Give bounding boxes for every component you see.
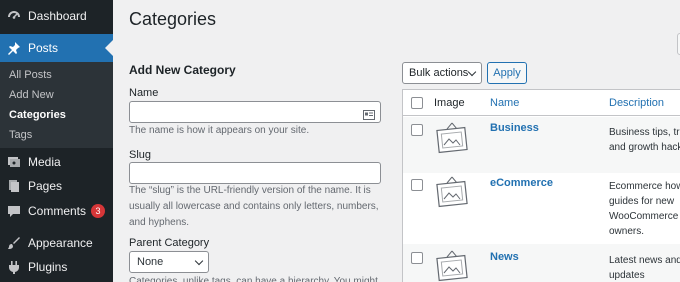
pushpin-icon [6,40,22,56]
menu-comments[interactable]: Comments 3 [0,197,113,225]
column-name[interactable]: Name [490,97,519,109]
chevron-down-icon [194,256,204,266]
category-description: Ecommerce how guides for new WooCommerce… [609,181,680,237]
menu-label: Plugins [28,260,68,274]
select-value: Bulk actions [409,67,469,79]
comments-icon [6,203,22,219]
column-description[interactable]: Description [609,97,664,109]
menu-plugins[interactable]: Plugins [0,253,113,281]
menu-label: Appearance [28,236,93,250]
category-image-thumbnail [436,250,468,282]
add-category-heading: Add New Category [129,63,236,77]
parent-category-label: Parent Category [129,237,210,249]
table-row: Business Business tips, tri and growth h… [403,117,680,173]
chevron-down-icon [467,67,477,77]
menu-label: Comments [28,204,87,218]
column-image: Image [434,97,465,109]
category-description: Business tips, tri and growth hack [609,127,680,153]
category-image-thumbnail [436,176,468,208]
paintbrush-icon [6,235,22,251]
table-header: Image Name Description [403,90,680,116]
submenu-tags[interactable]: Tags [9,129,32,141]
select-value: None [137,256,164,268]
categories-table: Image Name Description Business Business… [402,89,680,282]
slug-label: Slug [129,149,152,161]
menu-label: Posts [28,41,59,55]
category-image-thumbnail [436,122,468,154]
table-row: News Latest news and updates [403,244,680,282]
slug-field[interactable] [129,162,381,184]
row-checkbox[interactable] [411,179,423,191]
name-field[interactable] [129,101,381,123]
menu-label: Dashboard [28,9,87,23]
menu-label: Media [28,155,61,169]
menu-posts[interactable]: Posts [0,34,113,62]
name-help-text: The name is how it appears on your site. [129,125,310,136]
submenu-all-posts[interactable]: All Posts [9,69,52,81]
category-name-link[interactable]: Business [490,122,539,134]
submenu-add-new[interactable]: Add New [9,89,54,101]
parent-help-text: Categories, unlike tags, can have a hier… [129,276,378,282]
page-title: Categories [129,9,217,29]
plug-icon [6,259,22,275]
pages-icon [6,178,22,194]
bulk-actions-select[interactable]: Bulk actions [402,62,482,84]
category-name-link[interactable]: News [490,251,519,263]
row-checkbox[interactable] [411,252,423,264]
media-icon [6,154,22,170]
select-all-checkbox[interactable] [411,97,423,109]
category-name-link[interactable]: eCommerce [490,177,553,189]
dashboard-icon [6,8,22,24]
name-label: Name [129,87,159,99]
menu-dashboard[interactable]: Dashboard [0,2,113,30]
admin-sidebar: Dashboard Posts All Posts Add New Catego… [0,0,113,282]
posts-submenu: All Posts Add New Categories Tags [0,62,113,148]
menu-pages[interactable]: Pages [0,172,113,200]
menu-label: Pages [28,179,63,193]
category-description: Latest news and updates [609,255,680,281]
table-row: eCommerce Ecommerce how guides for new W… [403,173,680,244]
parent-category-select[interactable]: None [129,251,209,273]
row-checkbox[interactable] [411,124,423,136]
comments-count-badge: 3 [91,204,106,218]
slug-help-text: The “slug” is the URL-friendly version o… [129,185,379,228]
apply-button[interactable]: Apply [487,62,527,84]
submenu-categories[interactable]: Categories [9,109,66,121]
